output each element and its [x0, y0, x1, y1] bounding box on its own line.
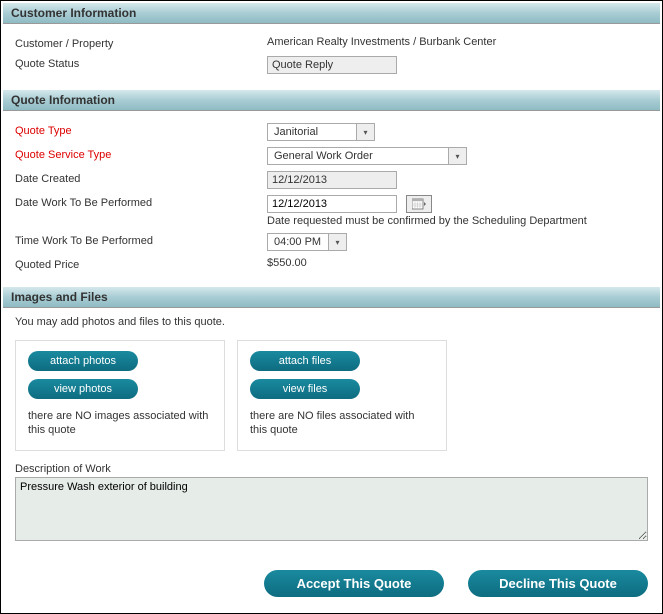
input-date-work[interactable]: [267, 195, 397, 213]
section-header-quote: Quote Information: [3, 90, 660, 111]
chevron-down-icon[interactable]: [356, 124, 374, 140]
field-quote-status: Quote Status Quote Reply: [15, 56, 648, 74]
helper-date-work: Date requested must be confirmed by the …: [267, 215, 648, 227]
input-quote-status: Quote Reply: [267, 56, 397, 74]
images-files-intro: You may add photos and files to this quo…: [15, 314, 648, 336]
label-description: Description of Work: [15, 459, 648, 477]
photos-column: attach photos view photos there are NO i…: [15, 340, 225, 451]
attach-files-button[interactable]: attach files: [250, 351, 360, 371]
decline-quote-button[interactable]: Decline This Quote: [468, 570, 648, 597]
field-quote-type: Quote Type Janitorial: [15, 123, 648, 141]
label-customer-property: Customer / Property: [15, 36, 267, 50]
action-row: Accept This Quote Decline This Quote: [3, 554, 660, 611]
value-customer-property: American Realty Investments / Burbank Ce…: [267, 36, 648, 48]
quote-form: Customer Information Customer / Property…: [0, 0, 663, 614]
select-quote-type-value: Janitorial: [268, 124, 356, 140]
select-quote-type[interactable]: Janitorial: [267, 123, 375, 141]
label-date-created: Date Created: [15, 171, 267, 185]
field-date-work: Date Work To Be Performed Date r: [15, 195, 648, 227]
chevron-down-icon[interactable]: [448, 148, 466, 164]
label-quoted-price: Quoted Price: [15, 257, 267, 271]
label-quote-service-type: Quote Service Type: [15, 147, 267, 161]
calendar-button[interactable]: [406, 195, 432, 213]
textarea-description[interactable]: [15, 477, 648, 541]
field-customer-property: Customer / Property American Realty Inve…: [15, 36, 648, 50]
label-date-work: Date Work To Be Performed: [15, 195, 267, 209]
value-quoted-price: $550.00: [267, 257, 648, 269]
label-quote-type: Quote Type: [15, 123, 267, 137]
label-quote-status: Quote Status: [15, 56, 267, 70]
select-quote-service-type-value: General Work Order: [268, 148, 448, 164]
chevron-down-icon[interactable]: [328, 234, 346, 250]
section-header-images-files: Images and Files: [3, 287, 660, 308]
accept-quote-button[interactable]: Accept This Quote: [264, 570, 444, 597]
calendar-icon: [412, 198, 426, 210]
files-status: there are NO files associated with this …: [250, 409, 434, 438]
field-quoted-price: Quoted Price $550.00: [15, 257, 648, 271]
field-quote-service-type: Quote Service Type General Work Order: [15, 147, 648, 165]
field-date-created: Date Created 12/12/2013: [15, 171, 648, 189]
select-quote-service-type[interactable]: General Work Order: [267, 147, 467, 165]
label-time-work: Time Work To Be Performed: [15, 233, 267, 247]
attach-photos-button[interactable]: attach photos: [28, 351, 138, 371]
files-row: attach photos view photos there are NO i…: [15, 336, 648, 459]
section-body-images-files: You may add photos and files to this quo…: [3, 308, 660, 554]
select-time-work[interactable]: 04:00 PM: [267, 233, 347, 251]
section-header-customer: Customer Information: [3, 3, 660, 24]
select-time-work-value: 04:00 PM: [268, 234, 328, 250]
view-photos-button[interactable]: view photos: [28, 379, 138, 399]
field-time-work: Time Work To Be Performed 04:00 PM: [15, 233, 648, 251]
input-date-created: 12/12/2013: [267, 171, 397, 189]
section-body-customer: Customer / Property American Realty Inve…: [3, 24, 660, 90]
view-files-button[interactable]: view files: [250, 379, 360, 399]
photos-status: there are NO images associated with this…: [28, 409, 212, 438]
section-body-quote: Quote Type Janitorial Quote Service Type…: [3, 111, 660, 287]
files-column: attach files view files there are NO fil…: [237, 340, 447, 451]
